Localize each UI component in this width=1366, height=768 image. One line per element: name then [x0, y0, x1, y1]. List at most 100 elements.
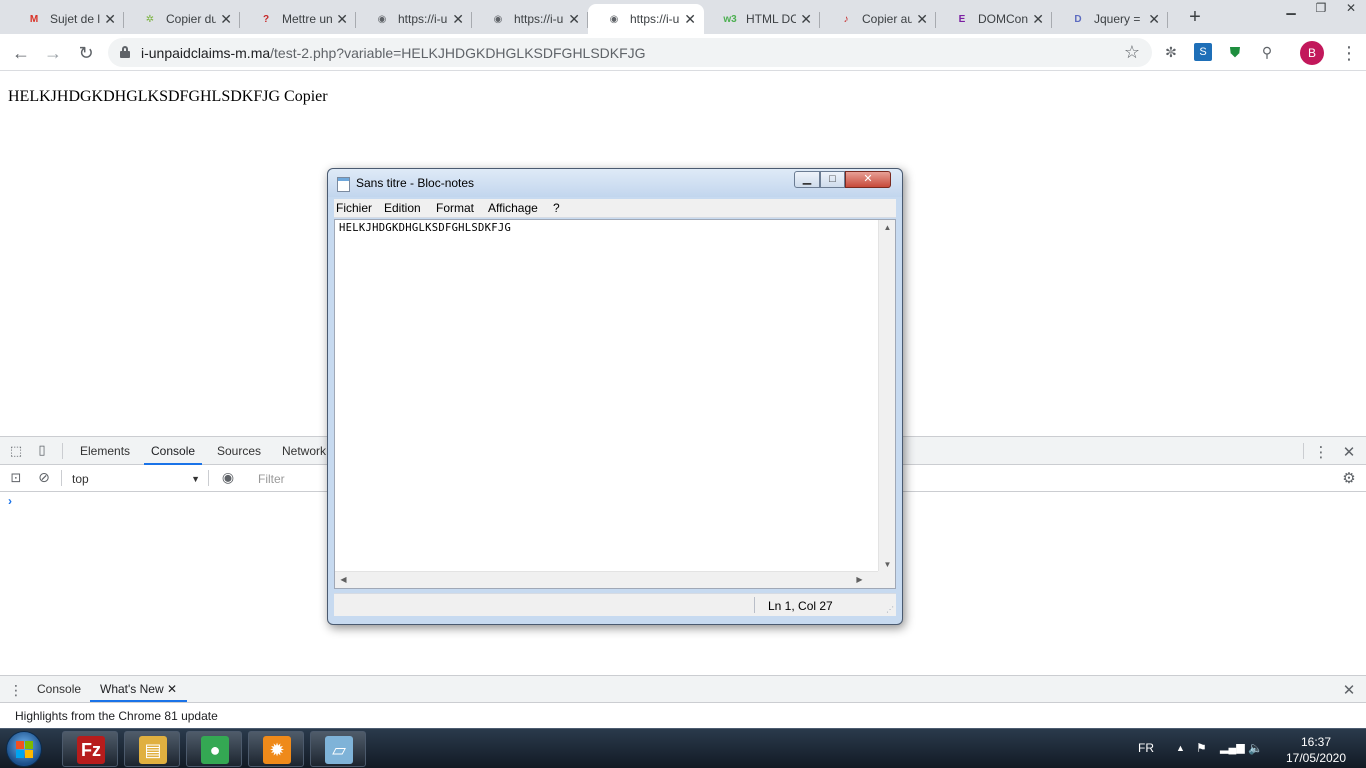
taskbar-app-button[interactable]: ✹ [248, 731, 304, 767]
horizontal-scrollbar[interactable]: ◀ ▶ [335, 571, 878, 588]
console-prompt[interactable]: › [8, 494, 12, 508]
extension-gear-icon[interactable]: ✼ [1162, 43, 1180, 61]
browser-tab[interactable]: D Jquery = ✕ [1052, 4, 1168, 34]
close-tab-icon[interactable]: ✕ [1148, 11, 1160, 27]
menu-affichage[interactable]: Affichage [488, 201, 538, 215]
show-hidden-icons-icon[interactable]: ▲ [1176, 743, 1185, 753]
notepad-title: Sans titre - Bloc-notes [356, 176, 475, 190]
vertical-scrollbar[interactable]: ▲ ▼ [878, 220, 895, 572]
notepad-maximize-button[interactable]: □ [820, 171, 845, 188]
cursor-position: Ln 1, Col 27 [768, 599, 833, 613]
browser-tab[interactable]: ♪ Copier au ✕ [820, 4, 936, 34]
notepad-content[interactable]: HELKJHDGKDHGLKSDFGHLSDKFJG [339, 222, 511, 234]
tab-console[interactable]: Console [144, 437, 203, 465]
context-value: top [72, 472, 89, 486]
taskbar-app-button[interactable]: Fz [62, 731, 118, 767]
close-tab-icon[interactable]: ✕ [568, 11, 580, 27]
extension-s-icon[interactable]: S [1194, 43, 1212, 61]
taskbar-app-button[interactable]: ● [186, 731, 242, 767]
close-window-button[interactable]: ✕ [1336, 0, 1366, 18]
notepad-close-button[interactable]: ✕ [845, 171, 891, 188]
close-tab-icon[interactable]: ✕ [916, 11, 928, 27]
scroll-down-icon[interactable]: ▼ [879, 560, 896, 569]
new-tab-button[interactable]: + [1182, 6, 1208, 28]
w3schools-icon: w3 [723, 13, 737, 25]
restore-button[interactable]: ❐ [1306, 0, 1336, 18]
browser-tab[interactable]: ✲ Copier du ✕ [124, 4, 240, 34]
live-expression-eye-icon[interactable]: ◉ [220, 469, 236, 486]
tab-label: Copier du [166, 12, 216, 26]
devtools-close-icon[interactable]: ✕ [1341, 443, 1357, 461]
close-tab-icon[interactable]: ✕ [104, 11, 116, 27]
language-indicator[interactable]: FR [1138, 741, 1154, 755]
clear-console-icon[interactable]: ⊘ [36, 469, 52, 486]
close-tab-icon[interactable]: ✕ [167, 682, 177, 696]
close-tab-icon[interactable]: ✕ [220, 11, 232, 27]
drawer-tab-console[interactable]: Console [37, 676, 81, 702]
back-button[interactable]: ← [9, 41, 33, 65]
menu-help[interactable]: ? [553, 201, 560, 215]
scroll-left-icon[interactable]: ◀ [335, 575, 352, 584]
browser-tab[interactable]: E DOMCont ✕ [936, 4, 1052, 34]
tab-label: DOMCont [978, 12, 1028, 26]
profile-avatar[interactable]: B [1300, 41, 1324, 65]
whats-new-headline: Highlights from the Chrome 81 update [15, 709, 218, 723]
clock[interactable]: 16:37 17/05/2020 [1278, 734, 1354, 766]
browser-tab[interactable]: ◉ https://i-u ✕ [588, 4, 704, 34]
tab-sources[interactable]: Sources [217, 437, 261, 465]
notepad-text-area[interactable]: HELKJHDGKDHGLKSDFGHLSDKFJG ▲ ▼ ◀ ▶ [334, 219, 896, 589]
device-toolbar-icon[interactable]: ▯ [34, 442, 50, 458]
close-tab-icon[interactable]: ✕ [336, 11, 348, 27]
inspect-element-icon[interactable]: ⬚ [8, 443, 24, 459]
taskbar-app-button[interactable]: ▤ [124, 731, 180, 767]
question-icon: ? [262, 13, 270, 25]
drawer-tab-whats-new[interactable]: What's New ✕ [90, 676, 188, 702]
start-button[interactable] [6, 731, 42, 767]
forward-button[interactable]: → [41, 41, 65, 65]
url-text[interactable]: i-unpaidclaims-m.ma/test-2.php?variable=… [141, 45, 646, 61]
notepad-menubar: Fichier Edition Format Affichage ? [334, 199, 896, 218]
bookmark-star-icon[interactable]: ☆ [1124, 42, 1140, 63]
sidebar-toggle-icon[interactable]: ⊡ [8, 470, 24, 486]
menu-fichier[interactable]: Fichier [336, 201, 372, 215]
close-tab-icon[interactable]: ✕ [684, 11, 696, 27]
notepad-minimize-button[interactable]: ▁ [794, 171, 820, 188]
extension-shield-icon[interactable]: ⛊ [1226, 43, 1244, 61]
close-tab-icon[interactable]: ✕ [800, 11, 812, 27]
browser-tab[interactable]: ◉ https://i-u ✕ [356, 4, 472, 34]
signal-bars-icon[interactable]: ▂▄▆ [1220, 741, 1245, 754]
resize-grip-icon[interactable]: ⋰ [886, 605, 894, 614]
filezilla-icon: Fz [77, 736, 105, 764]
console-settings-gear-icon[interactable]: ⚙ [1341, 469, 1357, 487]
close-tab-icon[interactable]: ✕ [1032, 11, 1044, 27]
scroll-right-icon[interactable]: ▶ [851, 575, 868, 584]
devtools-menu-icon[interactable]: ⋮ [1313, 443, 1329, 461]
drawer-menu-icon[interactable]: ⋮ [8, 682, 24, 699]
lock-icon[interactable] [120, 46, 130, 58]
explorer-icon: ▤ [139, 736, 167, 764]
address-bar[interactable]: i-unpaidclaims-m.ma/test-2.php?variable=… [108, 38, 1152, 67]
menu-edition[interactable]: Edition [384, 201, 421, 215]
chrome-menu-icon[interactable]: ⋮ [1340, 40, 1358, 66]
reload-button[interactable]: ↻ [74, 41, 98, 65]
context-select[interactable]: top ▼ [66, 470, 204, 488]
window-controls: ▁ ❐ ✕ [1276, 0, 1366, 18]
volume-icon[interactable]: 🔈 [1248, 741, 1263, 755]
tab-label: https://i-u [630, 12, 680, 26]
drawer-close-icon[interactable]: ✕ [1341, 681, 1357, 699]
taskbar-app-button[interactable]: ▱ [310, 731, 366, 767]
menu-format[interactable]: Format [436, 201, 474, 215]
scroll-up-icon[interactable]: ▲ [879, 223, 896, 232]
tab-elements[interactable]: Elements [80, 437, 130, 465]
close-tab-icon[interactable]: ✕ [452, 11, 464, 27]
page-text: HELKJHDGKDHGLKSDFGHLSDKFJG Copier [8, 88, 328, 105]
tab-network[interactable]: Network [282, 437, 326, 465]
extension-key-icon[interactable]: ⚲ [1258, 43, 1276, 61]
notepad-titlebar[interactable]: Sans titre - Bloc-notes ▁ □ ✕ [328, 169, 902, 197]
browser-tab[interactable]: ? Mettre un ✕ [240, 4, 356, 34]
network-flag-icon[interactable]: ⚑ [1196, 741, 1207, 755]
browser-tab[interactable]: ◉ https://i-u ✕ [472, 4, 588, 34]
minimize-button[interactable]: ▁ [1276, 0, 1306, 18]
browser-tab[interactable]: w3 HTML DO ✕ [704, 4, 820, 34]
browser-tab[interactable]: M Sujet de l ✕ [8, 4, 124, 34]
